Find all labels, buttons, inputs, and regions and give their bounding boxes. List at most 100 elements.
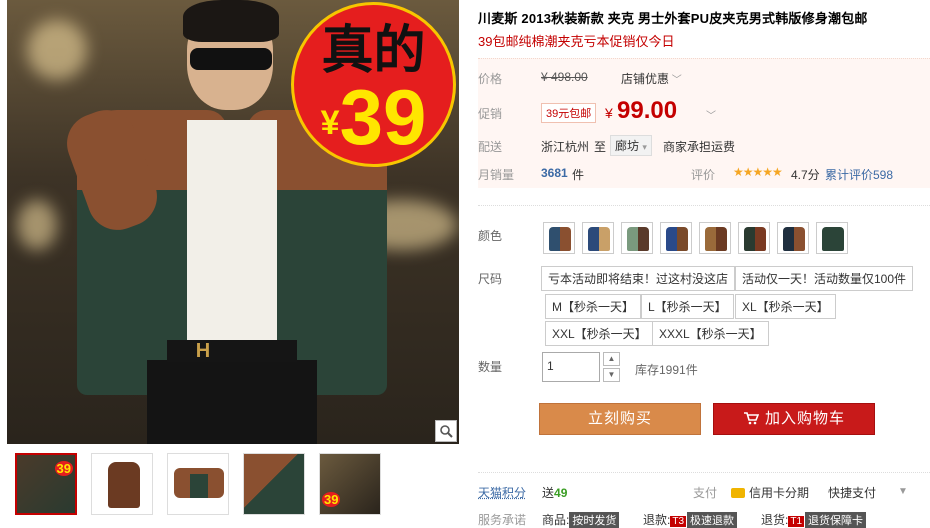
size-option[interactable]: 亏本活动即将结束！过这村没这店 [541,266,736,291]
color-swatches [543,222,848,254]
color-swatch[interactable] [699,222,731,254]
points-number: 49 [554,486,568,500]
return-code-badge: T1 [788,516,805,527]
price-badge: 真的 ¥39 [291,2,456,167]
list-price: ¥ 498.00 [541,70,588,84]
size-option[interactable]: 活动仅一天！活动数量仅100件 [735,266,914,291]
shop-discount-link[interactable]: 店铺优惠 ﹀ [621,70,682,87]
cart-icon [743,412,760,425]
reviews-link[interactable]: 累计评价598 [825,166,893,183]
stock-count: 库存1991件 [635,363,698,377]
destination-select[interactable]: 廊坊 ▾ [610,135,652,156]
thumb-jacket [108,462,140,508]
chevron-down-icon: ﹀ [669,75,682,86]
badge-top-text: 真的 [321,20,426,81]
credit-installment[interactable]: 信用卡分期 [731,484,809,501]
list-price-label: 价格 [478,72,503,86]
color-swatch[interactable] [777,222,809,254]
color-swatch[interactable] [582,222,614,254]
promo-tag: 39元包邮 [541,103,597,123]
chevron-down-icon[interactable]: ﹀ [706,107,716,122]
monthly-sales-unit: 件 [572,168,585,182]
color-swatch[interactable] [738,222,770,254]
quantity-input[interactable]: 1 [542,352,600,382]
refund-promise: 退款: T3 极速退款 [643,511,738,528]
shipping-from: 浙江杭州 [541,140,590,154]
refund-code-badge: T3 [670,516,687,527]
thumbnail-2[interactable] [91,453,153,515]
size-option-xxl[interactable]: XXL【秒杀一天】 [545,321,654,346]
color-swatch[interactable] [621,222,653,254]
destination-value: 廊坊 [615,139,640,153]
jacket-swatch-icon [666,227,688,251]
shipping-label: 配送 [478,140,503,154]
jacket-swatch-icon [705,227,727,251]
jacket-swatch-icon [744,227,766,251]
add-to-cart-button[interactable]: 加入购物车 [713,403,875,435]
product-subtitle: 39包邮纯棉潮夹克亏本促销仅今日 [478,34,675,49]
quantity-decrease-button[interactable]: ▼ [603,368,620,382]
price-currency: ¥ [605,105,613,121]
rating-label: 评价 [691,168,716,182]
divider [478,472,930,473]
product-title: 川麦斯 2013秋装新款 夹克 男士外套PU皮夹克男式韩版修身潮包邮 [478,11,868,26]
jacket-swatch-icon [822,227,844,251]
price-panel: 价格 ¥ 498.00 店铺优惠 ﹀ 促销 39元包邮 ¥ 99.00 ﹀ 配送… [478,58,930,188]
size-option-xl[interactable]: XL【秒杀一天】 [735,294,836,319]
rating-score: 4.7分 [791,168,820,182]
shipping-to-word: 至 [594,140,607,154]
thumbnail-3[interactable] [167,453,229,515]
payment-label: 支付 [693,486,718,500]
refund-label: 退款: [643,513,671,527]
return-tag[interactable]: 退货保障卡 [805,512,867,528]
color-swatch[interactable] [816,222,848,254]
badge-currency: ¥ [320,104,340,142]
bokeh-light [17,200,57,250]
thumbnail-5[interactable]: 39 [319,453,381,515]
jacket-swatch-icon [783,227,805,251]
credit-card-icon [731,488,745,498]
quantity-label: 数量 [478,360,503,374]
monthly-sales-count: 3681 [541,166,568,180]
rating-stars: ★★★★★ [733,165,783,179]
model-belt [167,340,297,362]
product-gallery: H 真的 ¥39 39 39 [0,0,460,528]
zoom-button[interactable] [435,420,457,442]
quantity-increase-button[interactable]: ▲ [603,352,620,366]
tmall-points-label[interactable]: 天猫积分 [478,484,526,501]
points-value: 送49 [542,484,567,501]
size-option-m[interactable]: M【秒杀一天】 [545,294,641,319]
shipping-fee: 商家承担运费 [663,140,736,154]
monthly-sales-label: 月销量 [478,168,515,182]
return-label: 退货: [761,513,789,527]
thumbnail-4[interactable] [243,453,305,515]
size-option-l[interactable]: L【秒杀一天】 [641,294,734,319]
thumbnail-strip: 39 39 [15,453,381,515]
color-swatch[interactable] [660,222,692,254]
model-hair [183,0,279,42]
model-sunglasses [190,48,272,70]
points-prefix: 送 [542,486,555,500]
triangle-down-icon: ▾ [642,142,647,152]
thumb-badge: 39 [54,461,73,476]
buy-now-button[interactable]: 立刻购买 [539,403,701,435]
quick-pay[interactable]: 快捷支付 [828,484,876,501]
color-label: 颜色 [478,229,503,243]
jacket-swatch-icon [588,227,610,251]
size-option-xxxl[interactable]: XXXL【秒杀一天】 [652,321,769,346]
shop-discount-label: 店铺优惠 [621,72,670,86]
thumbnail-1[interactable]: 39 [15,453,77,515]
size-label: 尺码 [478,272,503,286]
jacket-swatch-icon [549,227,571,251]
color-swatch[interactable] [543,222,575,254]
model-pants [147,360,317,444]
credit-installment-label: 信用卡分期 [749,486,810,500]
goods-tag[interactable]: 按时发货 [569,512,620,528]
return-promise: 退货: T1 退货保障卡 [761,511,867,528]
refund-tag[interactable]: 极速退款 [687,512,738,528]
triangle-down-icon[interactable]: ▼ [898,486,908,497]
bokeh-light [27,20,87,80]
thumb-badge: 39 [322,492,341,507]
belt-buckle: H [195,340,211,362]
goods-promise: 商品: 按时发货 [542,511,620,528]
